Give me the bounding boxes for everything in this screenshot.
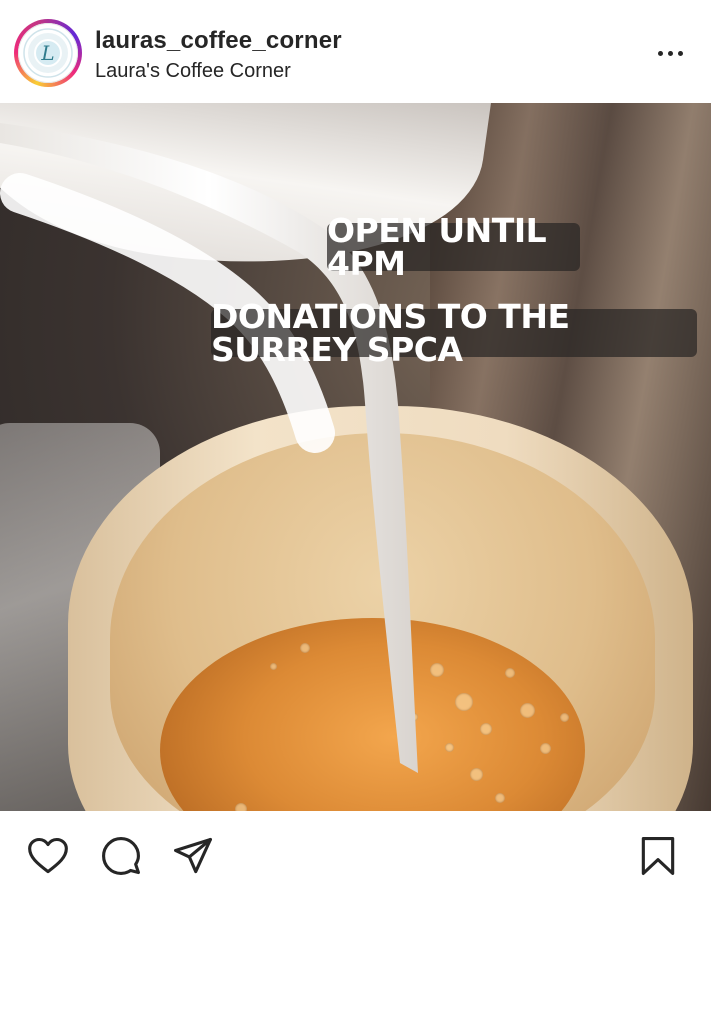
comment-bubble-icon	[102, 837, 140, 875]
share-button[interactable]	[170, 833, 216, 879]
milk-stream	[0, 123, 418, 773]
post-header: L lauras_coffee_corner Laura's Coffee Co…	[0, 0, 711, 103]
post-actions	[0, 811, 711, 901]
svg-text:L: L	[40, 41, 54, 65]
post-media[interactable]: OPEN UNTIL 4PM DONATIONS TO THE SURREY S…	[0, 103, 711, 811]
username[interactable]: lauras_coffee_corner	[95, 27, 342, 55]
story-caption-hours: OPEN UNTIL 4PM	[327, 214, 580, 280]
save-button[interactable]	[635, 833, 681, 879]
story-ring[interactable]: L	[14, 19, 82, 87]
bookmark-icon	[641, 837, 675, 875]
more-options-button[interactable]	[648, 38, 692, 68]
heart-icon	[28, 837, 68, 874]
like-button[interactable]	[25, 833, 71, 879]
comment-button[interactable]	[98, 833, 144, 879]
avatar[interactable]: L	[18, 23, 78, 83]
logo-icon: L	[23, 28, 73, 78]
story-caption-donations: DONATIONS TO THE SURREY SPCA	[211, 300, 697, 366]
display-name: Laura's Coffee Corner	[95, 60, 291, 82]
paper-plane-icon	[174, 837, 212, 874]
